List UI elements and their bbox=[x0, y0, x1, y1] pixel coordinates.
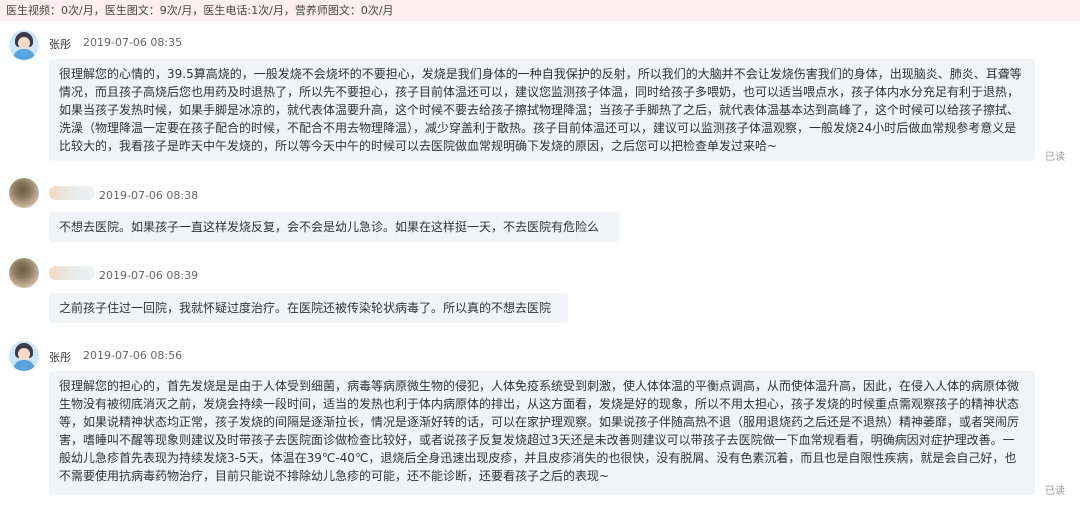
message-time: 2019-07-06 08:38 bbox=[99, 189, 199, 202]
service-quota-bar: 医生视频：0次/月，医生图文：9次/月，医生电话:1次/月，营养师图文：0次/月 bbox=[0, 0, 1080, 21]
message-bubble: 很理解您的担心的，首先发烧是是由于人体受到细菌，病毒等病原微生物的侵犯，人体免疫… bbox=[49, 371, 1035, 495]
sender-name-blurred bbox=[49, 266, 95, 280]
doctor-avatar[interactable] bbox=[9, 30, 39, 60]
message-bubble: 不想去医院。如果孩子一直这样发烧反复，会不会是幼儿急诊。如果在这样挺一天，不去医… bbox=[49, 212, 620, 242]
patient-avatar[interactable] bbox=[9, 258, 39, 288]
message-time: 2019-07-06 08:39 bbox=[99, 269, 199, 282]
read-status: 已读 bbox=[1045, 152, 1065, 163]
service-quota-text: 医生视频：0次/月，医生图文：9次/月，医生电话:1次/月，营养师图文：0次/月 bbox=[6, 4, 394, 17]
doctor-avatar[interactable] bbox=[9, 341, 39, 371]
sender-name: 张彤 bbox=[49, 351, 71, 364]
message-time: 2019-07-06 08:56 bbox=[83, 349, 183, 362]
message-time: 2019-07-06 08:35 bbox=[83, 36, 183, 49]
patient-avatar[interactable] bbox=[9, 178, 39, 208]
message-bubble: 之前孩子住过一回院，我就怀疑过度治疗。在医院还被传染轮状病毒了。所以真的不想去医… bbox=[49, 293, 568, 323]
read-status: 已读 bbox=[1045, 486, 1065, 497]
sender-name: 张彤 bbox=[49, 38, 71, 51]
sender-name-blurred bbox=[49, 186, 95, 200]
message-bubble: 很理解您的心情的，39.5算高烧的，一般发烧不会烧坏的不要担心，发烧是我们身体的… bbox=[49, 59, 1035, 161]
